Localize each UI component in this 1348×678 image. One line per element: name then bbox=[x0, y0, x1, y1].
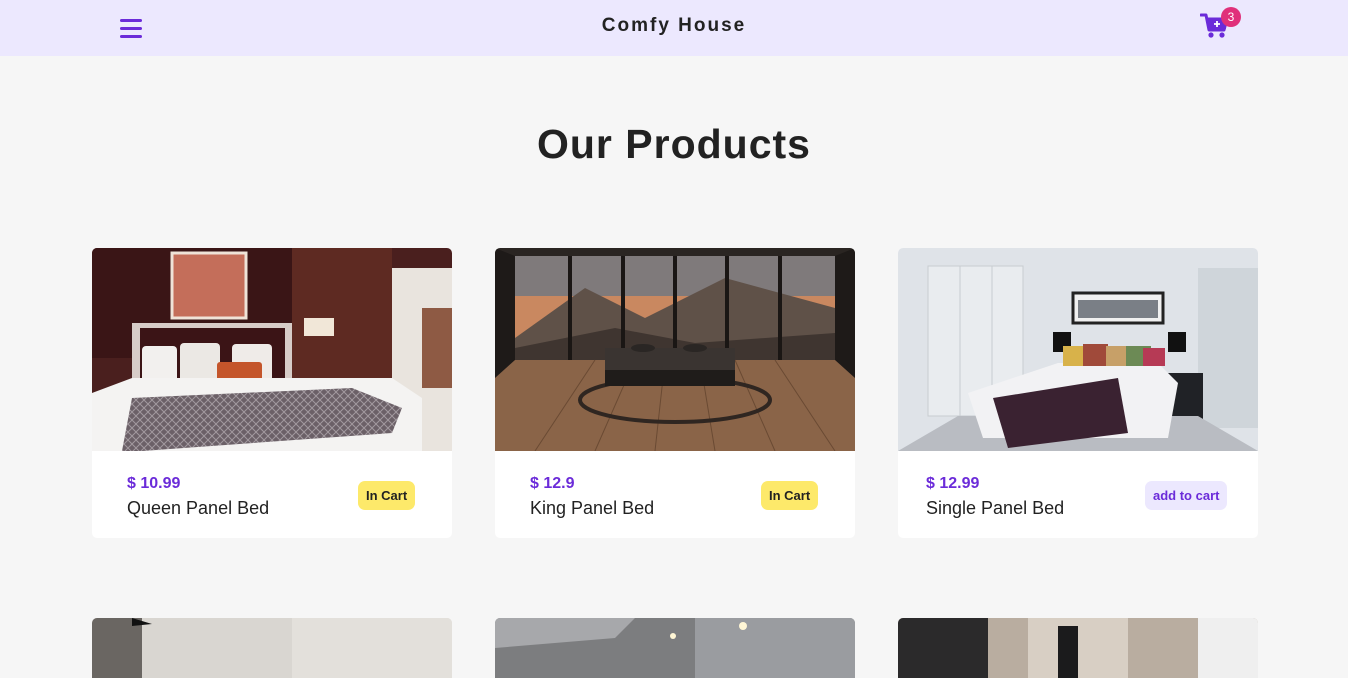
product-name: King Panel Bed bbox=[530, 498, 655, 518]
product-card: $ 12.9 King Panel Bed In Cart bbox=[495, 248, 855, 538]
product-card-partial[interactable] bbox=[898, 618, 1258, 678]
product-name: Single Panel Bed bbox=[926, 498, 1065, 518]
product-image bbox=[898, 618, 1258, 678]
navbar: Comfy House 3 bbox=[0, 0, 1348, 56]
product-card: $ 12.99 Single Panel Bed add to cart bbox=[898, 248, 1258, 538]
brand-title: Comfy House bbox=[601, 15, 747, 36]
product-name: Queen Panel Bed bbox=[127, 498, 270, 518]
in-cart-button[interactable]: In Cart bbox=[761, 481, 819, 510]
product-price: $ 12.9 bbox=[530, 475, 575, 492]
cart-count-badge: 3 bbox=[1221, 7, 1241, 27]
product-image bbox=[92, 618, 452, 678]
in-cart-button[interactable]: In Cart bbox=[358, 481, 416, 510]
product-price: $ 12.99 bbox=[926, 475, 980, 492]
product-card: $ 10.99 Queen Panel Bed In Cart bbox=[92, 248, 452, 538]
product-card-partial[interactable] bbox=[495, 618, 855, 678]
product-image[interactable] bbox=[92, 248, 452, 451]
cart-button[interactable]: 3 bbox=[1199, 7, 1241, 42]
product-card-partial[interactable] bbox=[92, 618, 452, 678]
add-to-cart-button[interactable]: add to cart bbox=[1145, 481, 1228, 510]
section-title: Our Products bbox=[537, 121, 811, 167]
product-image bbox=[495, 618, 855, 678]
product-image[interactable] bbox=[898, 248, 1258, 451]
product-image[interactable] bbox=[495, 248, 855, 451]
product-price: $ 10.99 bbox=[127, 475, 181, 492]
